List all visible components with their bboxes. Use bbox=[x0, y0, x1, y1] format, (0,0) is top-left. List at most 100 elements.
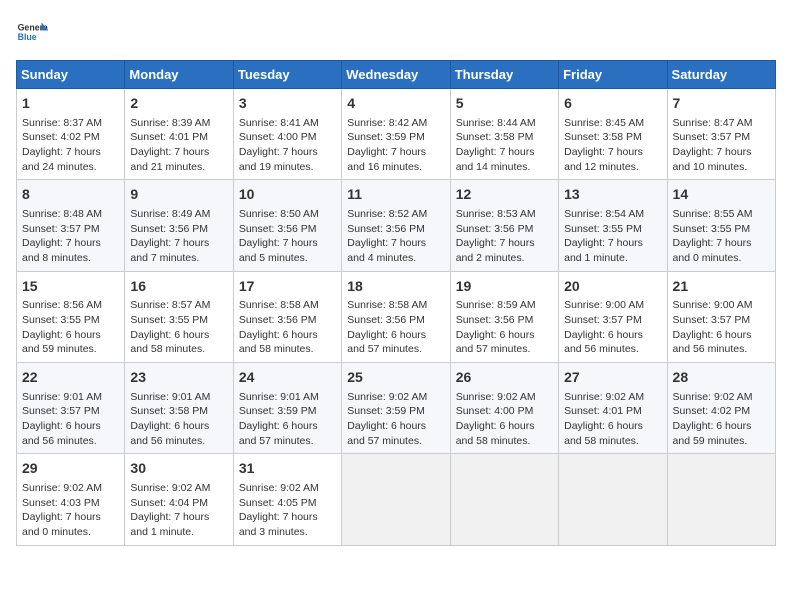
day-number: 26 bbox=[456, 368, 553, 388]
day-info-line: Daylight: 6 hours bbox=[347, 328, 444, 343]
week-row-4: 22Sunrise: 9:01 AMSunset: 3:57 PMDayligh… bbox=[17, 363, 776, 454]
day-info-line: and 57 minutes. bbox=[347, 434, 444, 449]
day-info-line: Sunrise: 8:42 AM bbox=[347, 116, 444, 131]
day-number: 14 bbox=[673, 185, 770, 205]
dow-header-sunday: Sunday bbox=[17, 61, 125, 89]
day-info-line: Sunrise: 9:01 AM bbox=[239, 390, 336, 405]
day-number: 10 bbox=[239, 185, 336, 205]
day-info-line: Sunrise: 9:02 AM bbox=[239, 481, 336, 496]
day-info-line: Daylight: 7 hours bbox=[239, 145, 336, 160]
day-info-line: and 7 minutes. bbox=[130, 251, 227, 266]
day-info-line: and 1 minute. bbox=[564, 251, 661, 266]
day-number: 1 bbox=[22, 94, 119, 114]
day-info-line: and 56 minutes. bbox=[130, 434, 227, 449]
day-info-line: Sunset: 3:56 PM bbox=[130, 222, 227, 237]
day-info-line: and 14 minutes. bbox=[456, 160, 553, 175]
day-number: 11 bbox=[347, 185, 444, 205]
day-info-line: Daylight: 7 hours bbox=[130, 145, 227, 160]
day-info-line: and 16 minutes. bbox=[347, 160, 444, 175]
day-info-line: Sunrise: 8:44 AM bbox=[456, 116, 553, 131]
day-info-line: and 56 minutes. bbox=[564, 342, 661, 357]
day-info-line: and 10 minutes. bbox=[673, 160, 770, 175]
day-info-line: Daylight: 6 hours bbox=[239, 328, 336, 343]
day-info-line: Sunset: 3:56 PM bbox=[456, 222, 553, 237]
day-info-line: Sunrise: 8:49 AM bbox=[130, 207, 227, 222]
day-info-line: Sunrise: 8:55 AM bbox=[673, 207, 770, 222]
calendar-cell: 24Sunrise: 9:01 AMSunset: 3:59 PMDayligh… bbox=[233, 363, 341, 454]
day-info-line: Sunset: 3:55 PM bbox=[130, 313, 227, 328]
calendar-table: SundayMondayTuesdayWednesdayThursdayFrid… bbox=[16, 60, 776, 546]
day-info-line: Sunset: 3:58 PM bbox=[564, 130, 661, 145]
calendar-cell: 9 Sunrise: 8:49 AMSunset: 3:56 PMDaylight… bbox=[125, 180, 233, 271]
day-info-line: Daylight: 6 hours bbox=[564, 419, 661, 434]
dow-header-saturday: Saturday bbox=[667, 61, 775, 89]
day-info-line: Sunrise: 9:02 AM bbox=[456, 390, 553, 405]
day-info-line: Sunrise: 8:54 AM bbox=[564, 207, 661, 222]
logo: General Blue bbox=[16, 16, 48, 48]
day-info-line: Sunset: 3:56 PM bbox=[347, 313, 444, 328]
day-number: 19 bbox=[456, 277, 553, 297]
day-info-line: Sunrise: 9:01 AM bbox=[130, 390, 227, 405]
week-row-2: 8Sunrise: 8:48 AMSunset: 3:57 PMDaylight… bbox=[17, 180, 776, 271]
day-number: 30 bbox=[130, 459, 227, 479]
calendar-cell: 28Sunrise: 9:02 AMSunset: 4:02 PMDayligh… bbox=[667, 363, 775, 454]
day-info-line: and 2 minutes. bbox=[456, 251, 553, 266]
day-info-line: Sunrise: 9:01 AM bbox=[22, 390, 119, 405]
day-info-line: Sunset: 4:05 PM bbox=[239, 496, 336, 511]
week-row-5: 29Sunrise: 9:02 AMSunset: 4:03 PMDayligh… bbox=[17, 454, 776, 545]
day-info-line: Sunrise: 8:57 AM bbox=[130, 298, 227, 313]
day-number: 9 bbox=[130, 185, 227, 205]
day-info-line: and 21 minutes. bbox=[130, 160, 227, 175]
svg-text:Blue: Blue bbox=[18, 32, 37, 42]
day-number: 23 bbox=[130, 368, 227, 388]
day-info-line: Sunrise: 9:02 AM bbox=[564, 390, 661, 405]
day-info-line: Daylight: 6 hours bbox=[673, 328, 770, 343]
day-number: 15 bbox=[22, 277, 119, 297]
calendar-cell: 26Sunrise: 9:02 AMSunset: 4:00 PMDayligh… bbox=[450, 363, 558, 454]
day-info-line: Sunset: 3:55 PM bbox=[22, 313, 119, 328]
day-info-line: Daylight: 6 hours bbox=[130, 328, 227, 343]
day-info-line: Sunrise: 8:41 AM bbox=[239, 116, 336, 131]
calendar-cell: 6Sunrise: 8:45 AMSunset: 3:58 PMDaylight… bbox=[559, 89, 667, 180]
day-info-line: Daylight: 7 hours bbox=[130, 236, 227, 251]
calendar-cell: 13Sunrise: 8:54 AMSunset: 3:55 PMDayligh… bbox=[559, 180, 667, 271]
day-number: 20 bbox=[564, 277, 661, 297]
calendar-cell: 15Sunrise: 8:56 AMSunset: 3:55 PMDayligh… bbox=[17, 271, 125, 362]
day-info-line: Sunset: 3:57 PM bbox=[22, 404, 119, 419]
week-row-3: 15Sunrise: 8:56 AMSunset: 3:55 PMDayligh… bbox=[17, 271, 776, 362]
day-info-line: Daylight: 7 hours bbox=[239, 236, 336, 251]
day-number: 4 bbox=[347, 94, 444, 114]
day-info-line: and 58 minutes. bbox=[456, 434, 553, 449]
day-number: 28 bbox=[673, 368, 770, 388]
day-number: 12 bbox=[456, 185, 553, 205]
calendar-cell: 17Sunrise: 8:58 AMSunset: 3:56 PMDayligh… bbox=[233, 271, 341, 362]
day-info-line: Sunset: 3:58 PM bbox=[456, 130, 553, 145]
calendar-cell: 11Sunrise: 8:52 AMSunset: 3:56 PMDayligh… bbox=[342, 180, 450, 271]
day-info-line: Sunrise: 8:37 AM bbox=[22, 116, 119, 131]
day-info-line: and 19 minutes. bbox=[239, 160, 336, 175]
day-info-line: Sunrise: 9:00 AM bbox=[564, 298, 661, 313]
day-info-line: Sunset: 3:56 PM bbox=[347, 222, 444, 237]
day-info-line: Daylight: 7 hours bbox=[456, 236, 553, 251]
day-info-line: Sunset: 3:55 PM bbox=[564, 222, 661, 237]
day-number: 24 bbox=[239, 368, 336, 388]
day-info-line: Daylight: 7 hours bbox=[22, 236, 119, 251]
calendar-body: 1 Sunrise: 8:37 AMSunset: 4:02 PM Daylight… bbox=[17, 89, 776, 546]
dow-header-tuesday: Tuesday bbox=[233, 61, 341, 89]
day-info-line: Daylight: 6 hours bbox=[564, 328, 661, 343]
calendar-cell: 1Sunrise: 8:37 AMSunset: 4:02 PMDaylight… bbox=[17, 89, 125, 180]
day-info-line: Daylight: 6 hours bbox=[347, 419, 444, 434]
day-number: 16 bbox=[130, 277, 227, 297]
calendar-cell: 18Sunrise: 8:58 AMSunset: 3:56 PMDayligh… bbox=[342, 271, 450, 362]
day-info-line: Sunset: 3:56 PM bbox=[456, 313, 553, 328]
day-info-line: Sunset: 3:57 PM bbox=[22, 222, 119, 237]
day-info-line: Daylight: 7 hours bbox=[130, 510, 227, 525]
day-info-line: Sunset: 4:02 PM bbox=[22, 130, 119, 145]
day-info-line: Daylight: 6 hours bbox=[22, 419, 119, 434]
calendar-cell: 30Sunrise: 9:02 AMSunset: 4:04 PMDayligh… bbox=[125, 454, 233, 545]
day-number: 31 bbox=[239, 459, 336, 479]
calendar-cell: 31Sunrise: 9:02 AMSunset: 4:05 PMDayligh… bbox=[233, 454, 341, 545]
calendar-cell: 4Sunrise: 8:42 AMSunset: 3:59 PMDaylight… bbox=[342, 89, 450, 180]
day-info-line: Sunset: 3:56 PM bbox=[239, 313, 336, 328]
calendar-cell: 19Sunrise: 8:59 AMSunset: 3:56 PMDayligh… bbox=[450, 271, 558, 362]
